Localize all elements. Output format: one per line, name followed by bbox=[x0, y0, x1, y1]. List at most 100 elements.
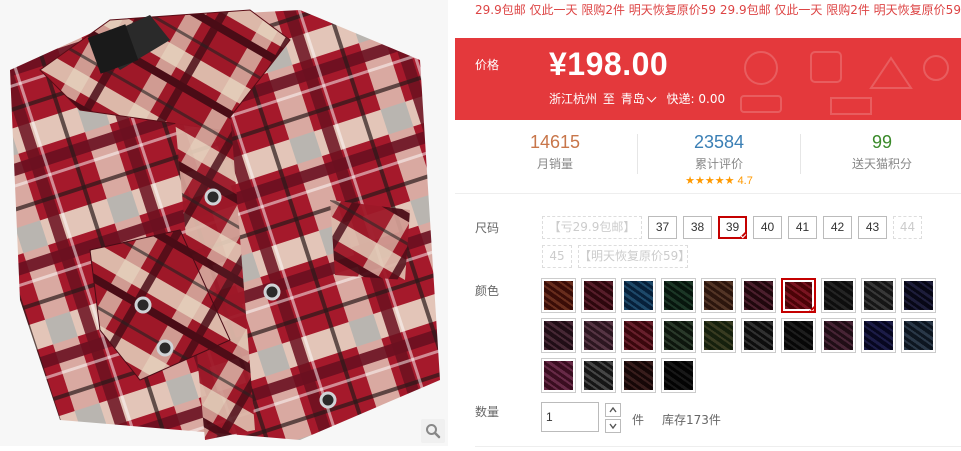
size-option-text: 【明天恢复原价59】 bbox=[579, 249, 691, 263]
size-option-1[interactable]: 37 bbox=[648, 216, 677, 239]
size-option-2[interactable]: 38 bbox=[683, 216, 712, 239]
swatch-thumbnail bbox=[624, 361, 653, 390]
color-swatch-8[interactable] bbox=[861, 278, 896, 313]
size-option-text: 40 bbox=[760, 220, 775, 234]
stock-count: 库存173件 bbox=[662, 413, 721, 427]
color-swatch-6[interactable] bbox=[781, 278, 816, 313]
color-swatch-21[interactable] bbox=[581, 358, 616, 393]
color-swatch-9[interactable] bbox=[901, 278, 936, 313]
swatch-thumbnail bbox=[544, 361, 573, 390]
size-option-8: 44 bbox=[893, 216, 922, 239]
swatch-thumbnail bbox=[824, 281, 853, 310]
destination-select[interactable]: 青岛 bbox=[621, 92, 663, 106]
size-option-9: 45 bbox=[542, 245, 572, 268]
color-swatch-11[interactable] bbox=[581, 318, 616, 353]
color-swatch-3[interactable] bbox=[661, 278, 696, 313]
color-swatch-22[interactable] bbox=[621, 358, 656, 393]
swatch-thumbnail bbox=[664, 361, 693, 390]
size-option-6[interactable]: 42 bbox=[823, 216, 852, 239]
swatch-thumbnail bbox=[824, 321, 853, 350]
size-option-text: 45 bbox=[549, 249, 565, 263]
swatch-thumbnail bbox=[904, 281, 933, 310]
plaid-shirt-illustration bbox=[0, 0, 448, 446]
color-swatch-16[interactable] bbox=[781, 318, 816, 353]
chevron-down-icon bbox=[609, 423, 617, 429]
shipping-info: 浙江杭州 至 青岛 快递: 0.00 bbox=[549, 90, 725, 107]
color-swatch-14[interactable] bbox=[701, 318, 736, 353]
color-swatch-1[interactable] bbox=[581, 278, 616, 313]
background-pattern bbox=[740, 51, 949, 115]
color-swatch-17[interactable] bbox=[821, 318, 856, 353]
swatch-thumbnail bbox=[584, 361, 613, 390]
stat-monthly-sales: 14615 月销量 bbox=[473, 132, 637, 172]
checkmark-icon bbox=[738, 230, 747, 239]
price-panel: 价格 ¥198.00 浙江杭州 至 青岛 快递: 0.00 bbox=[455, 38, 961, 120]
color-swatch-5[interactable] bbox=[741, 278, 776, 313]
star-rating-icon: ★★★★★ bbox=[685, 175, 735, 187]
color-swatch-12[interactable] bbox=[621, 318, 656, 353]
stat-total-reviews[interactable]: 23584 累计评价 ★★★★★ 4.7 bbox=[637, 132, 801, 187]
size-option-text: 【亏29.9包邮】 bbox=[548, 220, 636, 234]
quantity-unit: 件 bbox=[632, 413, 645, 427]
size-option-5[interactable]: 41 bbox=[788, 216, 817, 239]
zoom-button[interactable] bbox=[421, 419, 445, 443]
points-value: 99 bbox=[871, 132, 893, 152]
chevron-up-icon bbox=[609, 407, 617, 413]
size-option-4[interactable]: 40 bbox=[753, 216, 782, 239]
color-swatch-2[interactable] bbox=[621, 278, 656, 313]
magnifier-icon bbox=[425, 423, 441, 439]
total-reviews-value: 23584 bbox=[693, 132, 745, 152]
swatch-thumbnail bbox=[544, 281, 573, 310]
color-swatch-7[interactable] bbox=[821, 278, 856, 313]
color-swatch-15[interactable] bbox=[741, 318, 776, 353]
size-option-7[interactable]: 43 bbox=[858, 216, 887, 239]
size-option-text: 44 bbox=[899, 220, 916, 234]
product-image[interactable] bbox=[0, 0, 448, 446]
swatch-thumbnail bbox=[864, 281, 893, 310]
color-swatch-20[interactable] bbox=[541, 358, 576, 393]
quantity-input[interactable] bbox=[541, 402, 599, 432]
rating-score: 4.7 bbox=[737, 175, 753, 187]
color-swatch-19[interactable] bbox=[901, 318, 936, 353]
size-option-text: 38 bbox=[690, 220, 705, 234]
swatch-thumbnail bbox=[704, 321, 733, 350]
size-option-text: 41 bbox=[795, 220, 810, 234]
quantity-increase-button[interactable] bbox=[605, 403, 621, 417]
swatch-thumbnail bbox=[624, 281, 653, 310]
quantity-decrease-button[interactable] bbox=[605, 419, 621, 433]
size-option-10: 【明天恢复原价59】 bbox=[578, 245, 691, 268]
swatch-thumbnail bbox=[664, 281, 693, 310]
color-swatch-18[interactable] bbox=[861, 318, 896, 353]
swatch-thumbnail bbox=[584, 321, 613, 350]
color-swatch-10[interactable] bbox=[541, 318, 576, 353]
color-swatch-0[interactable] bbox=[541, 278, 576, 313]
swatch-thumbnail bbox=[904, 321, 933, 350]
swatch-thumbnail bbox=[624, 321, 653, 350]
quantity-label: 数量 bbox=[475, 405, 500, 419]
swatch-thumbnail bbox=[544, 321, 573, 350]
price-label: 价格 bbox=[475, 58, 500, 72]
swatch-thumbnail bbox=[704, 281, 733, 310]
size-option-3[interactable]: 39 bbox=[718, 216, 747, 239]
color-label: 颜色 bbox=[475, 284, 500, 298]
swatch-thumbnail bbox=[664, 321, 693, 350]
size-option-text: 43 bbox=[865, 220, 880, 234]
ship-to-text: 至 bbox=[602, 92, 615, 106]
swatch-thumbnail bbox=[784, 321, 813, 350]
monthly-sales-value: 14615 bbox=[529, 132, 581, 152]
color-swatch-4[interactable] bbox=[701, 278, 736, 313]
checkmark-icon bbox=[807, 304, 814, 311]
destination-value: 青岛 bbox=[620, 92, 645, 106]
color-swatch-23[interactable] bbox=[661, 358, 696, 393]
divider bbox=[475, 446, 961, 447]
swatch-thumbnail bbox=[744, 321, 773, 350]
chevron-down-icon bbox=[646, 92, 657, 103]
swatch-thumbnail bbox=[744, 281, 773, 310]
stats-panel: 14615 月销量 23584 累计评价 ★★★★★ 4.7 99 送天猫积分 bbox=[455, 120, 961, 194]
color-swatch-13[interactable] bbox=[661, 318, 696, 353]
shipping-fee: 快递: 0.00 bbox=[666, 92, 726, 106]
points-label: 送天猫积分 bbox=[851, 157, 912, 171]
rating: ★★★★★ 4.7 bbox=[637, 174, 801, 187]
price-value: ¥198.00 bbox=[549, 46, 669, 82]
stat-points: 99 送天猫积分 bbox=[800, 132, 961, 172]
